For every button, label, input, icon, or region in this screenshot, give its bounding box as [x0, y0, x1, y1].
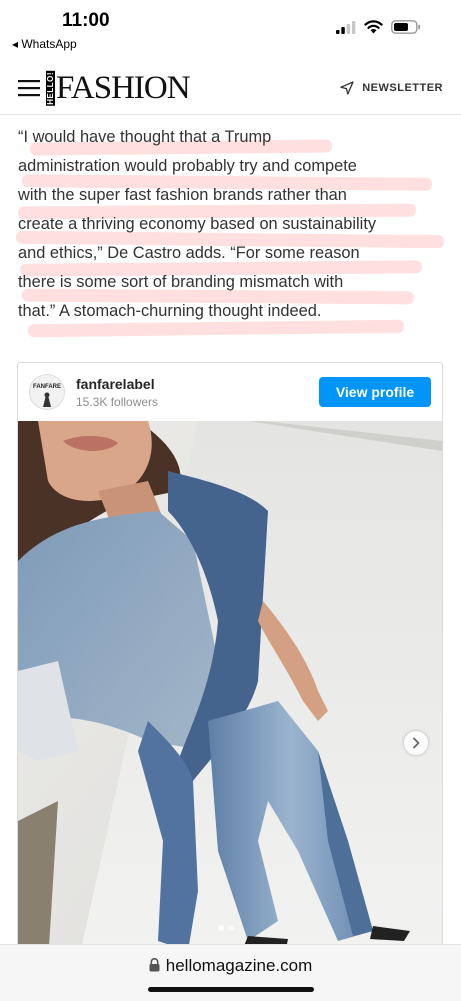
wifi-icon: [364, 20, 383, 34]
url-display[interactable]: hellomagazine.com: [0, 956, 461, 976]
post-photo-image: [18, 421, 442, 963]
instagram-embed: FANFARE fanfarelabel 15.3K followers Vie…: [17, 362, 443, 964]
post-photo[interactable]: [18, 421, 442, 963]
newsletter-label: NEWSLETTER: [362, 82, 443, 94]
carousel-dot: [228, 925, 234, 931]
lock-icon: [149, 958, 160, 972]
battery-icon: [391, 20, 421, 34]
profile-username[interactable]: fanfarelabel: [76, 376, 155, 392]
hello-fashion-logo[interactable]: HELLO! FASHION: [46, 70, 191, 106]
quote-line: with the super fast fashion brands rathe…: [18, 186, 347, 204]
chevron-right-icon: [413, 737, 420, 749]
quote-line: there is some sort of branding mismatch …: [18, 273, 344, 291]
status-icons: [336, 20, 421, 34]
quote-line: create a thriving economy based on susta…: [18, 215, 377, 233]
instagram-embed-header: FANFARE fanfarelabel 15.3K followers Vie…: [18, 363, 442, 421]
site-header: HELLO! FASHION NEWSLETTER: [0, 70, 461, 115]
status-time: 11:00: [62, 10, 110, 31]
quote-line: administration would probably try and co…: [18, 157, 357, 175]
send-arrow-icon: [340, 81, 354, 95]
carousel-dot-active: [218, 925, 224, 931]
quote-line: and ethics,” De Castro adds. “For some r…: [18, 244, 360, 262]
profile-followers: 15.3K followers: [76, 395, 159, 409]
carousel-dots: [218, 925, 234, 931]
cellular-signal-icon: [336, 20, 356, 34]
avatar-figure-icon: [43, 392, 51, 407]
view-profile-button[interactable]: View profile: [319, 377, 431, 407]
logo-hello-mark: HELLO!: [46, 70, 55, 106]
carousel-next-button[interactable]: [404, 731, 428, 755]
quote-line: “I would have thought that a Trump: [18, 128, 272, 146]
article-quote: “I would have thought that a Trump admin…: [18, 123, 448, 326]
quote-line: that.” A stomach-churning thought indeed…: [18, 302, 322, 320]
browser-url-bar[interactable]: hellomagazine.com: [0, 944, 461, 1001]
newsletter-link[interactable]: NEWSLETTER: [340, 81, 443, 95]
profile-avatar[interactable]: FANFARE: [29, 374, 65, 410]
logo-fashion-wordmark: FASHION: [56, 70, 191, 106]
home-indicator[interactable]: [148, 987, 314, 992]
url-text: hellomagazine.com: [165, 956, 313, 975]
status-bar: 11:00 ◂ WhatsApp: [0, 0, 461, 58]
hamburger-menu-icon[interactable]: [18, 78, 40, 98]
back-to-whatsapp-link[interactable]: ◂ WhatsApp: [12, 37, 77, 51]
